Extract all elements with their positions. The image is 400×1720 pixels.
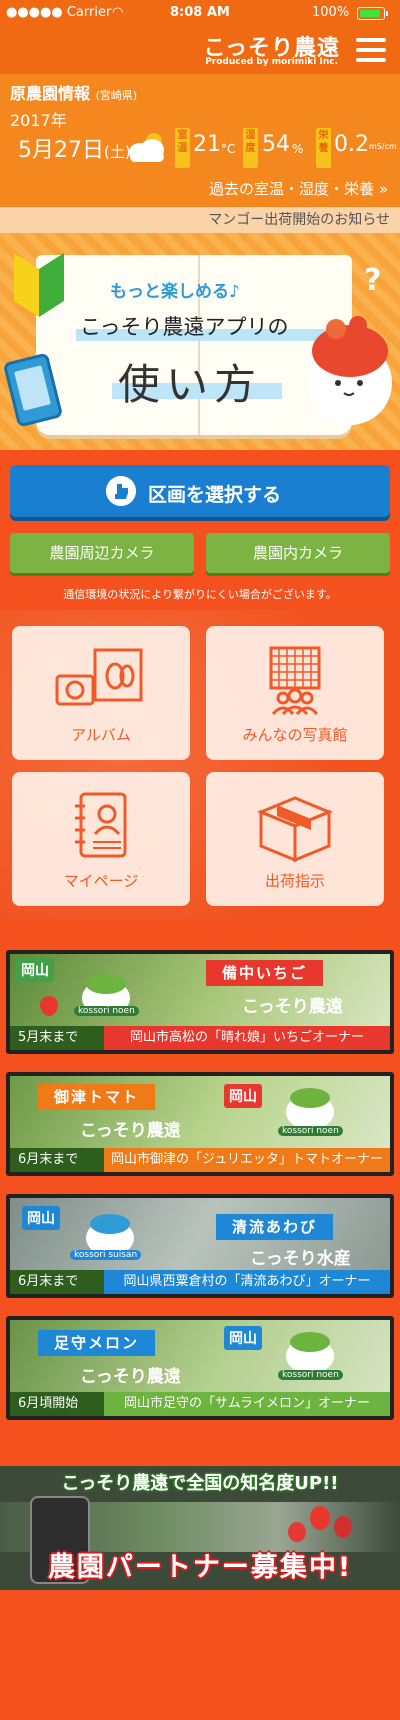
prefecture-badge: 岡山 <box>22 1206 60 1230</box>
year: 2017年 <box>10 111 67 130</box>
camera-note: 通信環境の状況により繋がりにくい場合がございます。 <box>63 588 337 601</box>
select-plot-button[interactable]: 区画を選択する <box>10 465 390 517</box>
humidity-unit: % <box>292 142 304 156</box>
wifi-icon: ◠ <box>112 5 124 20</box>
mascot-icon <box>308 316 392 425</box>
gallery-icon <box>269 646 321 716</box>
battery-percent: 100% <box>312 5 350 20</box>
owner-banner-melon[interactable]: 足守メロン こっそり農遠 岡山 kossori noen 6月頃開始 岡山市足守… <box>6 1316 394 1420</box>
status-bar: ●●●●● Carrier ◠ 8:08 AM 100% <box>0 0 400 26</box>
kossori-mascot-icon <box>286 1332 334 1374</box>
product-ribbon: 足守メロン <box>38 1330 156 1356</box>
brand-label: こっそり農遠 <box>242 997 343 1017</box>
nutrient-tag: 栄養 <box>316 128 331 168</box>
owner-deadline: 6月末まで <box>10 1270 104 1294</box>
shipping-box-icon <box>257 796 333 862</box>
question-mark: ? <box>364 263 382 298</box>
temperature-value: 21 <box>193 132 221 157</box>
brand-label: こっそり農遠 <box>80 1367 181 1387</box>
carrier-signal: ●●●●● Carrier <box>6 5 112 20</box>
product-ribbon: 御津トマト <box>38 1084 156 1110</box>
nutrient-value: 0.2 <box>334 132 369 157</box>
guide-line3: 使い方 <box>118 360 263 409</box>
temperature-tag: 室温 <box>175 128 190 168</box>
humidity-value: 54 <box>262 132 290 157</box>
past-data-link[interactable]: 過去の室温・湿度・栄養 » <box>209 178 388 199</box>
hamburger-icon[interactable] <box>356 38 386 62</box>
mypage-icon <box>75 792 127 858</box>
owner-deadline: 6月頃開始 <box>10 1392 104 1416</box>
pointing-hand-icon <box>106 476 136 506</box>
owner-banner-strawberry[interactable]: 岡山 kossori noen 備中いちご こっそり農遠 5月末まで 岡山市高松… <box>6 950 394 1054</box>
guide-line1: もっと楽しめる♪ <box>110 282 240 302</box>
app-logo-sub: Produced by morimiki Inc. <box>205 57 338 67</box>
app-guide-banner[interactable]: もっと楽しめる♪ こっそり農遠アプリの 使い方 ? <box>0 233 400 450</box>
outer-camera-button[interactable]: 農園周辺カメラ <box>10 533 194 573</box>
owner-description: 岡山市御津の「ジュリエッタ」トマトオーナー <box>110 1152 384 1167</box>
album-tile[interactable]: アルバム <box>12 626 190 760</box>
gallery-label: みんなの写真館 <box>242 726 348 744</box>
mascot-label: kossori suisan <box>70 1250 142 1260</box>
battery-icon <box>357 7 385 20</box>
temperature-unit: °C <box>221 142 236 156</box>
mypage-label: マイページ <box>63 872 139 890</box>
album-icon <box>55 648 143 706</box>
farm-prefecture: (宮崎県) <box>95 89 138 102</box>
kossori-mascot-icon <box>286 1088 334 1130</box>
strawberry-icon <box>310 1506 330 1530</box>
strawberry-icon <box>40 996 58 1016</box>
app-header: こっそり農遠 Produced by morimiki Inc. <box>0 26 400 74</box>
prefecture-badge: 岡山 <box>224 1084 262 1108</box>
product-ribbon: 備中いちご <box>206 960 324 986</box>
gallery-tile[interactable]: みんなの写真館 <box>206 626 384 760</box>
partner-recruit-banner[interactable]: こっそり農遠で全国の知名度UP!! 農園パートナー募集中! <box>0 1466 400 1590</box>
status-time: 8:08 AM <box>170 5 230 20</box>
humidity-tag: 湿度 <box>243 128 258 168</box>
brand-label: こっそり農遠 <box>80 1121 181 1141</box>
shipping-label: 出荷指示 <box>264 872 325 890</box>
mascot-label: kossori noen <box>278 1126 343 1136</box>
partly-cloudy-icon <box>129 133 164 162</box>
owner-banner-tomato[interactable]: 御津トマト こっそり農遠 岡山 kossori noen 6月末まで 岡山市御津… <box>6 1072 394 1176</box>
farm-name: 原農園情報 <box>10 84 91 103</box>
shipping-tile[interactable]: 出荷指示 <box>206 772 384 906</box>
owner-deadline: 6月末まで <box>10 1148 104 1172</box>
album-label: アルバム <box>71 726 131 744</box>
owner-deadline: 5月末まで <box>10 1026 104 1050</box>
prefecture-badge: 岡山 <box>16 958 54 982</box>
brand-label: こっそり水産 <box>250 1249 351 1269</box>
guide-line2: こっそり農遠アプリの <box>80 315 289 339</box>
owner-description: 岡山市足守の「サムライメロン」オーナー <box>123 1396 371 1411</box>
mypage-tile[interactable]: マイページ <box>12 772 190 906</box>
partner-recruit-text: 農園パートナー募集中! <box>47 1552 353 1583</box>
beginner-mark-icon <box>14 253 64 317</box>
owner-banner-abalone[interactable]: 岡山 kossori suisan 清流あわび こっそり水産 6月末まで 岡山県… <box>6 1194 394 1298</box>
nutrient-unit: mS/cm <box>369 142 397 151</box>
farm-info-panel: 原農園情報 (宮崎県) 2017年 5月27日(土) 室温 21 °C 湿度 5… <box>0 74 400 207</box>
select-plot-label: 区画を選択する <box>148 484 282 506</box>
partner-headline: こっそり農遠で全国の知名度UP!! <box>61 1473 339 1494</box>
prefecture-badge: 岡山 <box>224 1326 262 1350</box>
owner-description: 岡山市高松の「晴れ娘」いちごオーナー <box>129 1030 364 1045</box>
mascot-label: kossori noen <box>74 1006 139 1016</box>
mascot-label: kossori noen <box>278 1370 343 1380</box>
product-ribbon: 清流あわび <box>216 1214 334 1240</box>
owner-description: 岡山県西粟倉村の「清流あわび」オーナー <box>123 1274 371 1289</box>
news-notice[interactable]: マンゴー出荷開始のお知らせ <box>0 207 400 233</box>
date: 5月27日 <box>18 138 104 163</box>
inner-camera-button[interactable]: 農園内カメラ <box>206 533 390 573</box>
